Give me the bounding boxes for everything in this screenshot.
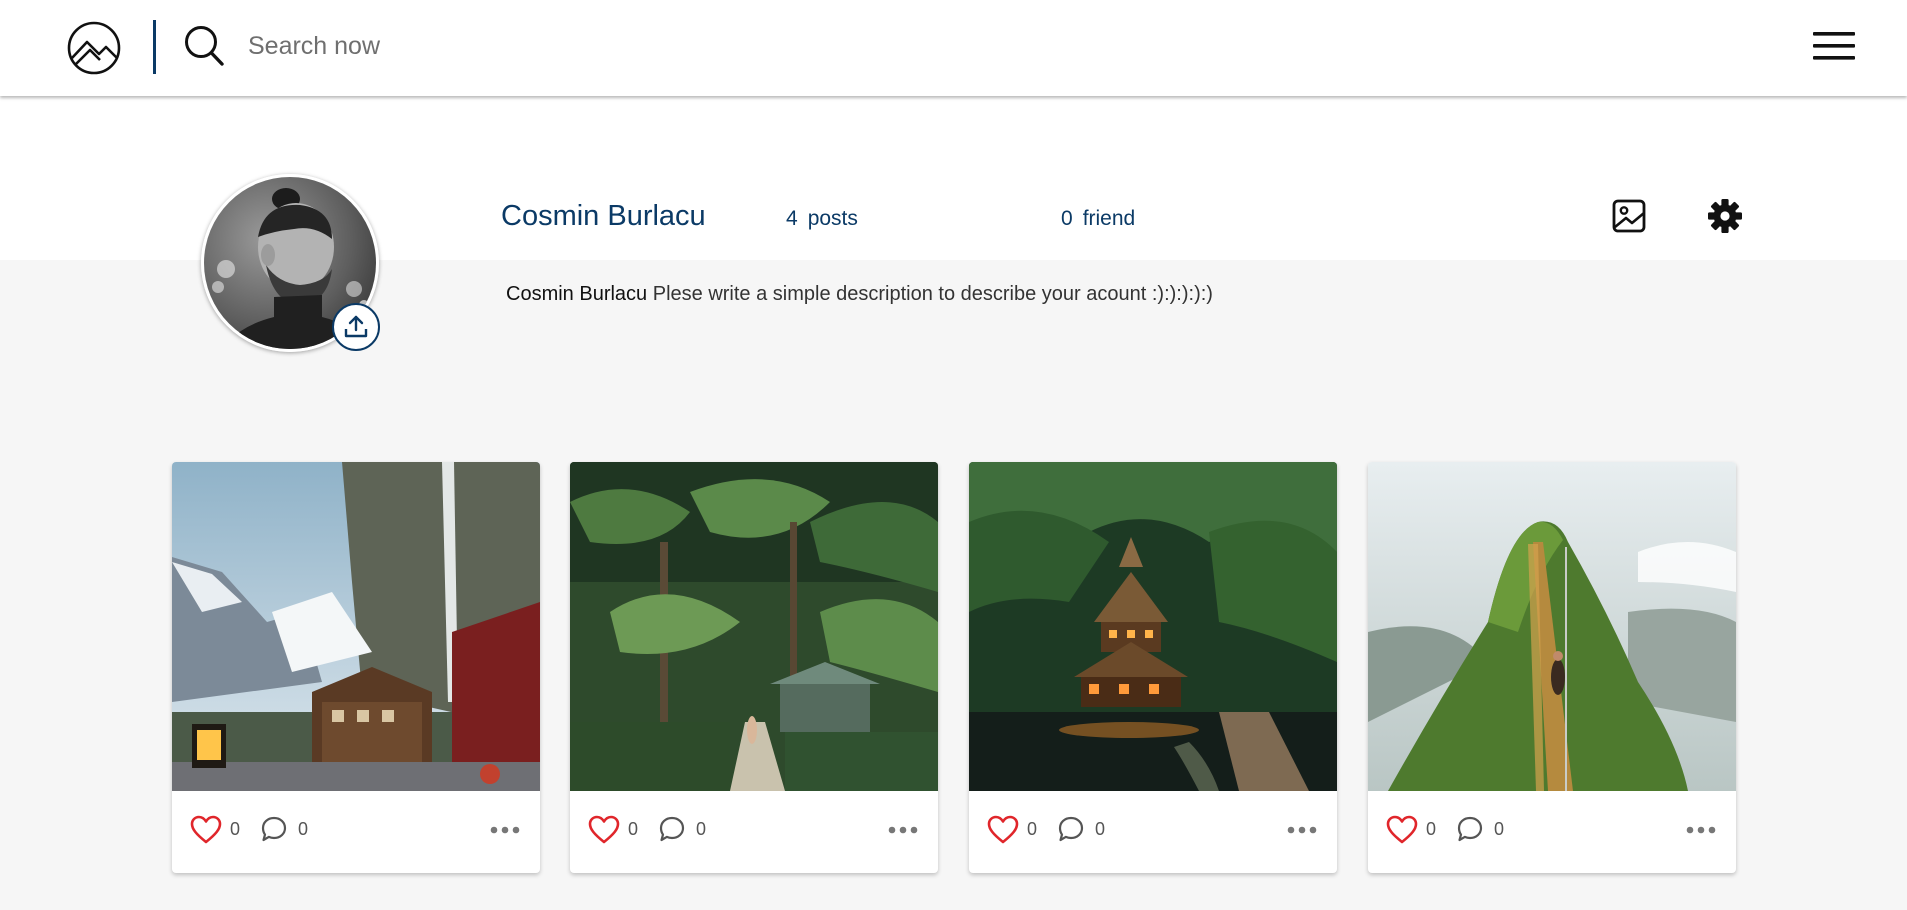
comment-icon[interactable] [658, 815, 686, 843]
logo-icon[interactable] [66, 20, 122, 76]
like-count: 0 [1027, 819, 1038, 839]
heart-icon[interactable] [190, 815, 222, 845]
nav-divider [153, 20, 156, 74]
search-input[interactable] [248, 26, 768, 66]
ellipsis-icon[interactable] [490, 825, 520, 835]
profile-name: Cosmin Burlacu [501, 200, 706, 232]
image-icon[interactable] [1612, 199, 1646, 233]
ellipsis-icon[interactable] [888, 825, 918, 835]
bio-text: Plese write a simple description to desc… [652, 283, 1213, 305]
comment-icon[interactable] [1057, 815, 1085, 843]
hamburger-menu-icon[interactable] [1813, 28, 1855, 64]
comment-icon[interactable] [1456, 815, 1484, 843]
post-card[interactable]: 0 0 [1368, 462, 1736, 873]
post-actions: 0 0 [1368, 791, 1736, 873]
profile-avatar-container [201, 174, 380, 352]
like-count: 0 [1426, 819, 1437, 839]
comment-count: 0 [1095, 819, 1106, 839]
friends-count: 0 [1061, 207, 1073, 230]
post-actions: 0 0 [570, 791, 938, 873]
posts-stat[interactable]: 4 posts [786, 207, 858, 231]
upload-icon [344, 315, 368, 338]
friends-stat[interactable]: 0 friend [1061, 207, 1135, 231]
post-card[interactable]: 0 0 [172, 462, 540, 873]
post-card[interactable]: 0 0 [969, 462, 1337, 873]
ellipsis-icon[interactable] [1287, 825, 1317, 835]
posts-label: posts [807, 207, 858, 230]
profile-bio: Cosmin Burlacu Plese write a simple desc… [506, 283, 1213, 306]
comment-icon[interactable] [260, 815, 288, 843]
post-card[interactable]: 0 0 [570, 462, 938, 873]
post-photo[interactable] [172, 462, 540, 791]
like-count: 0 [628, 819, 639, 839]
heart-icon[interactable] [1386, 815, 1418, 845]
bio-name: Cosmin Burlacu [506, 283, 648, 305]
comment-count: 0 [696, 819, 707, 839]
heart-icon[interactable] [588, 815, 620, 845]
comment-count: 0 [298, 819, 309, 839]
heart-icon[interactable] [987, 815, 1019, 845]
like-count: 0 [230, 819, 241, 839]
post-photo[interactable] [570, 462, 938, 791]
gear-icon[interactable] [1707, 198, 1743, 234]
friends-label: friend [1082, 207, 1136, 230]
post-photo[interactable] [1368, 462, 1736, 791]
post-actions: 0 0 [969, 791, 1337, 873]
search-icon[interactable] [183, 24, 225, 68]
posts-count: 4 [786, 207, 798, 230]
post-actions: 0 0 [172, 791, 540, 873]
top-navbar [0, 0, 1907, 96]
post-photo[interactable] [969, 462, 1337, 791]
comment-count: 0 [1494, 819, 1505, 839]
upload-avatar-button[interactable] [332, 303, 380, 351]
ellipsis-icon[interactable] [1686, 825, 1716, 835]
